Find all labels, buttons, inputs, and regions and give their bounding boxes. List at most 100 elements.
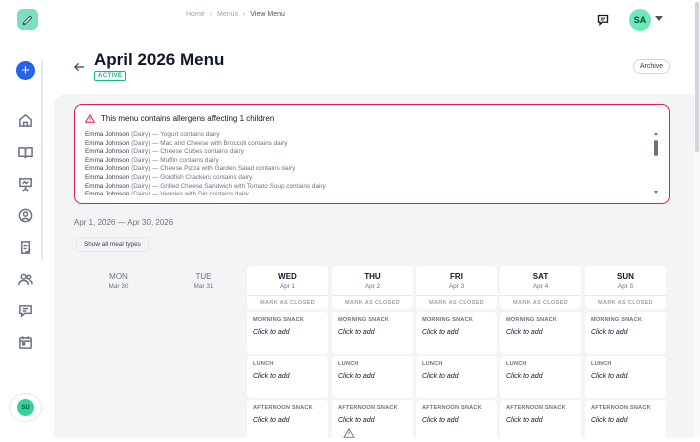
add-icon[interactable]: + [16,61,35,80]
home-icon[interactable] [17,112,33,128]
meal-slot[interactable]: LUNCH Click to add [332,356,413,398]
page-scrollbar-thumb[interactable] [695,2,699,152]
click-to-add[interactable]: Click to add [422,417,491,424]
day-column: SUN Apr 5 MARK AS CLOSED [585,266,666,309]
day-name: TUE [195,272,212,281]
clipboard-check-icon[interactable] [17,239,33,255]
warning-icon [85,114,95,123]
day-header: THU Apr 2 MARK AS CLOSED [332,266,413,309]
day-column: FRI Apr 3 MARK AS CLOSED [416,266,497,309]
meal-type-label: AFTERNOON SNACK [591,405,651,411]
presentation-icon[interactable] [17,176,33,192]
back-arrow-icon[interactable] [74,62,85,72]
click-to-add[interactable]: Click to add [506,373,575,380]
mark-as-closed-button[interactable]: MARK AS CLOSED [247,295,328,306]
allergen-list-item: Emma Johnson (Dairy) — Muffin contains d… [85,157,645,166]
scroll-down-icon[interactable] [654,191,658,194]
meal-slot[interactable]: LUNCH Click to add [585,356,666,398]
allergen-child-name: Emma Johnson [85,165,130,173]
user-circle-icon[interactable] [17,207,33,223]
meal-slot[interactable]: LUNCH Click to add [416,356,497,398]
users-icon[interactable] [17,271,33,287]
allergen-detail: (Dairy) — Cheese Cubes contains dairy [129,148,244,156]
day-header: MON Mar 30 [78,266,159,309]
meal-slot[interactable]: LUNCH Click to add [500,356,581,398]
day-name: WED [278,272,297,281]
click-to-add[interactable]: Click to add [591,417,660,424]
meal-slot[interactable]: MORNING SNACK Click to add [332,312,413,354]
click-to-add[interactable]: Click to add [591,373,660,380]
app-logo-icon[interactable] [17,9,38,30]
allergen-child-name: Emma Johnson [85,182,130,190]
messages-icon[interactable] [597,14,609,26]
click-to-add[interactable]: Click to add [253,417,322,424]
meal-slot[interactable]: MORNING SNACK Click to add [416,312,497,354]
meal-slot[interactable]: AFTERNOON SNACK Click to add [500,400,581,442]
click-to-add[interactable]: Click to add [338,373,407,380]
click-to-add[interactable]: Click to add [338,329,407,336]
page-title: April 2026 Menu [94,50,225,69]
scrollbar-thumb[interactable] [654,140,658,156]
meal-type-label: AFTERNOON SNACK [506,405,566,411]
allergen-list[interactable]: Emma Johnson (Dairy) — Yogurt contains d… [85,131,645,195]
allergen-list-scrollbar[interactable] [653,132,659,194]
meal-slot[interactable]: MORNING SNACK Click to add [585,312,666,354]
chevron-down-icon[interactable] [655,16,663,21]
click-to-add[interactable]: Click to add [506,329,575,336]
meal-slot[interactable]: AFTERNOON SNACK Click to add [416,400,497,442]
allergen-detail: (Dairy) — Goldfish Crackers contains dai… [129,173,253,181]
meal-type-label: MORNING SNACK [506,317,558,323]
day-column: MON Mar 30 [78,266,159,309]
message-icon[interactable] [17,302,33,318]
breadcrumb-menus[interactable]: Menus [217,11,238,18]
click-to-add[interactable]: Click to add [253,373,322,380]
scroll-up-icon[interactable] [654,132,658,135]
warning-icon [343,428,355,438]
click-to-add[interactable]: Click to add [506,417,575,424]
mark-as-closed-button[interactable]: MARK AS CLOSED [416,295,497,306]
meal-slot[interactable]: AFTERNOON SNACK Click to add [585,400,666,442]
allergen-detail: (Dairy) — Veggies with Dip contains dair… [129,191,249,195]
sidebar-user-initials: SU [17,399,34,416]
day-header: SAT Apr 4 MARK AS CLOSED [500,266,581,309]
day-column: WED Apr 1 MARK AS CLOSED [247,266,328,309]
day-header: TUE Mar 31 [163,266,244,309]
click-to-add[interactable]: Click to add [338,417,407,424]
mark-as-closed-button[interactable]: MARK AS CLOSED [585,295,666,306]
meal-slot[interactable]: MORNING SNACK Click to add [500,312,581,354]
click-to-add[interactable]: Click to add [253,329,322,336]
book-icon[interactable] [17,144,33,160]
allergen-alert-header: This menu contains allergens affecting 1… [85,114,274,123]
click-to-add[interactable]: Click to add [422,373,491,380]
sidebar-user-avatar[interactable]: SU [9,393,42,422]
sidebar-scrollbar[interactable] [41,60,43,260]
day-column: TUE Mar 31 [163,266,244,309]
meal-type-label: MORNING SNACK [422,317,474,323]
click-to-add[interactable]: Click to add [422,329,491,336]
allergen-child-name: Emma Johnson [85,173,130,181]
allergen-detail: (Dairy) — Cheese Pizza with Garden Salad… [129,165,296,173]
user-avatar[interactable]: SA [629,9,651,31]
meal-type-label: AFTERNOON SNACK [253,405,313,411]
meal-slot[interactable]: LUNCH Click to add [247,356,328,398]
day-date: Apr 1 [279,283,296,290]
day-date: Mar 31 [193,283,214,290]
calendar-icon[interactable] [17,334,33,350]
meal-type-label: LUNCH [506,361,527,367]
breadcrumb: Home › Menus › View Menu [186,11,285,18]
allergen-list-item: Emma Johnson (Dairy) — Grilled Cheese Sa… [85,183,645,192]
mark-as-closed-button[interactable]: MARK AS CLOSED [332,295,413,306]
show-all-meal-types-button[interactable]: Show all meal types [76,237,149,252]
allergen-detail: (Dairy) — Yogurt contains dairy [129,131,220,138]
breadcrumb-home[interactable]: Home [186,11,205,18]
meal-type-label: AFTERNOON SNACK [422,405,482,411]
mark-as-closed-button[interactable]: MARK AS CLOSED [500,295,581,306]
archive-button[interactable]: Archive [633,59,670,74]
meal-slot[interactable]: MORNING SNACK Click to add [247,312,328,354]
day-date: Mar 30 [108,283,129,290]
day-date: Apr 4 [532,283,549,290]
meal-slot[interactable]: AFTERNOON SNACK Click to add [247,400,328,442]
day-date: Apr 5 [617,283,634,290]
page-scrollbar[interactable] [694,0,700,438]
click-to-add[interactable]: Click to add [591,329,660,336]
